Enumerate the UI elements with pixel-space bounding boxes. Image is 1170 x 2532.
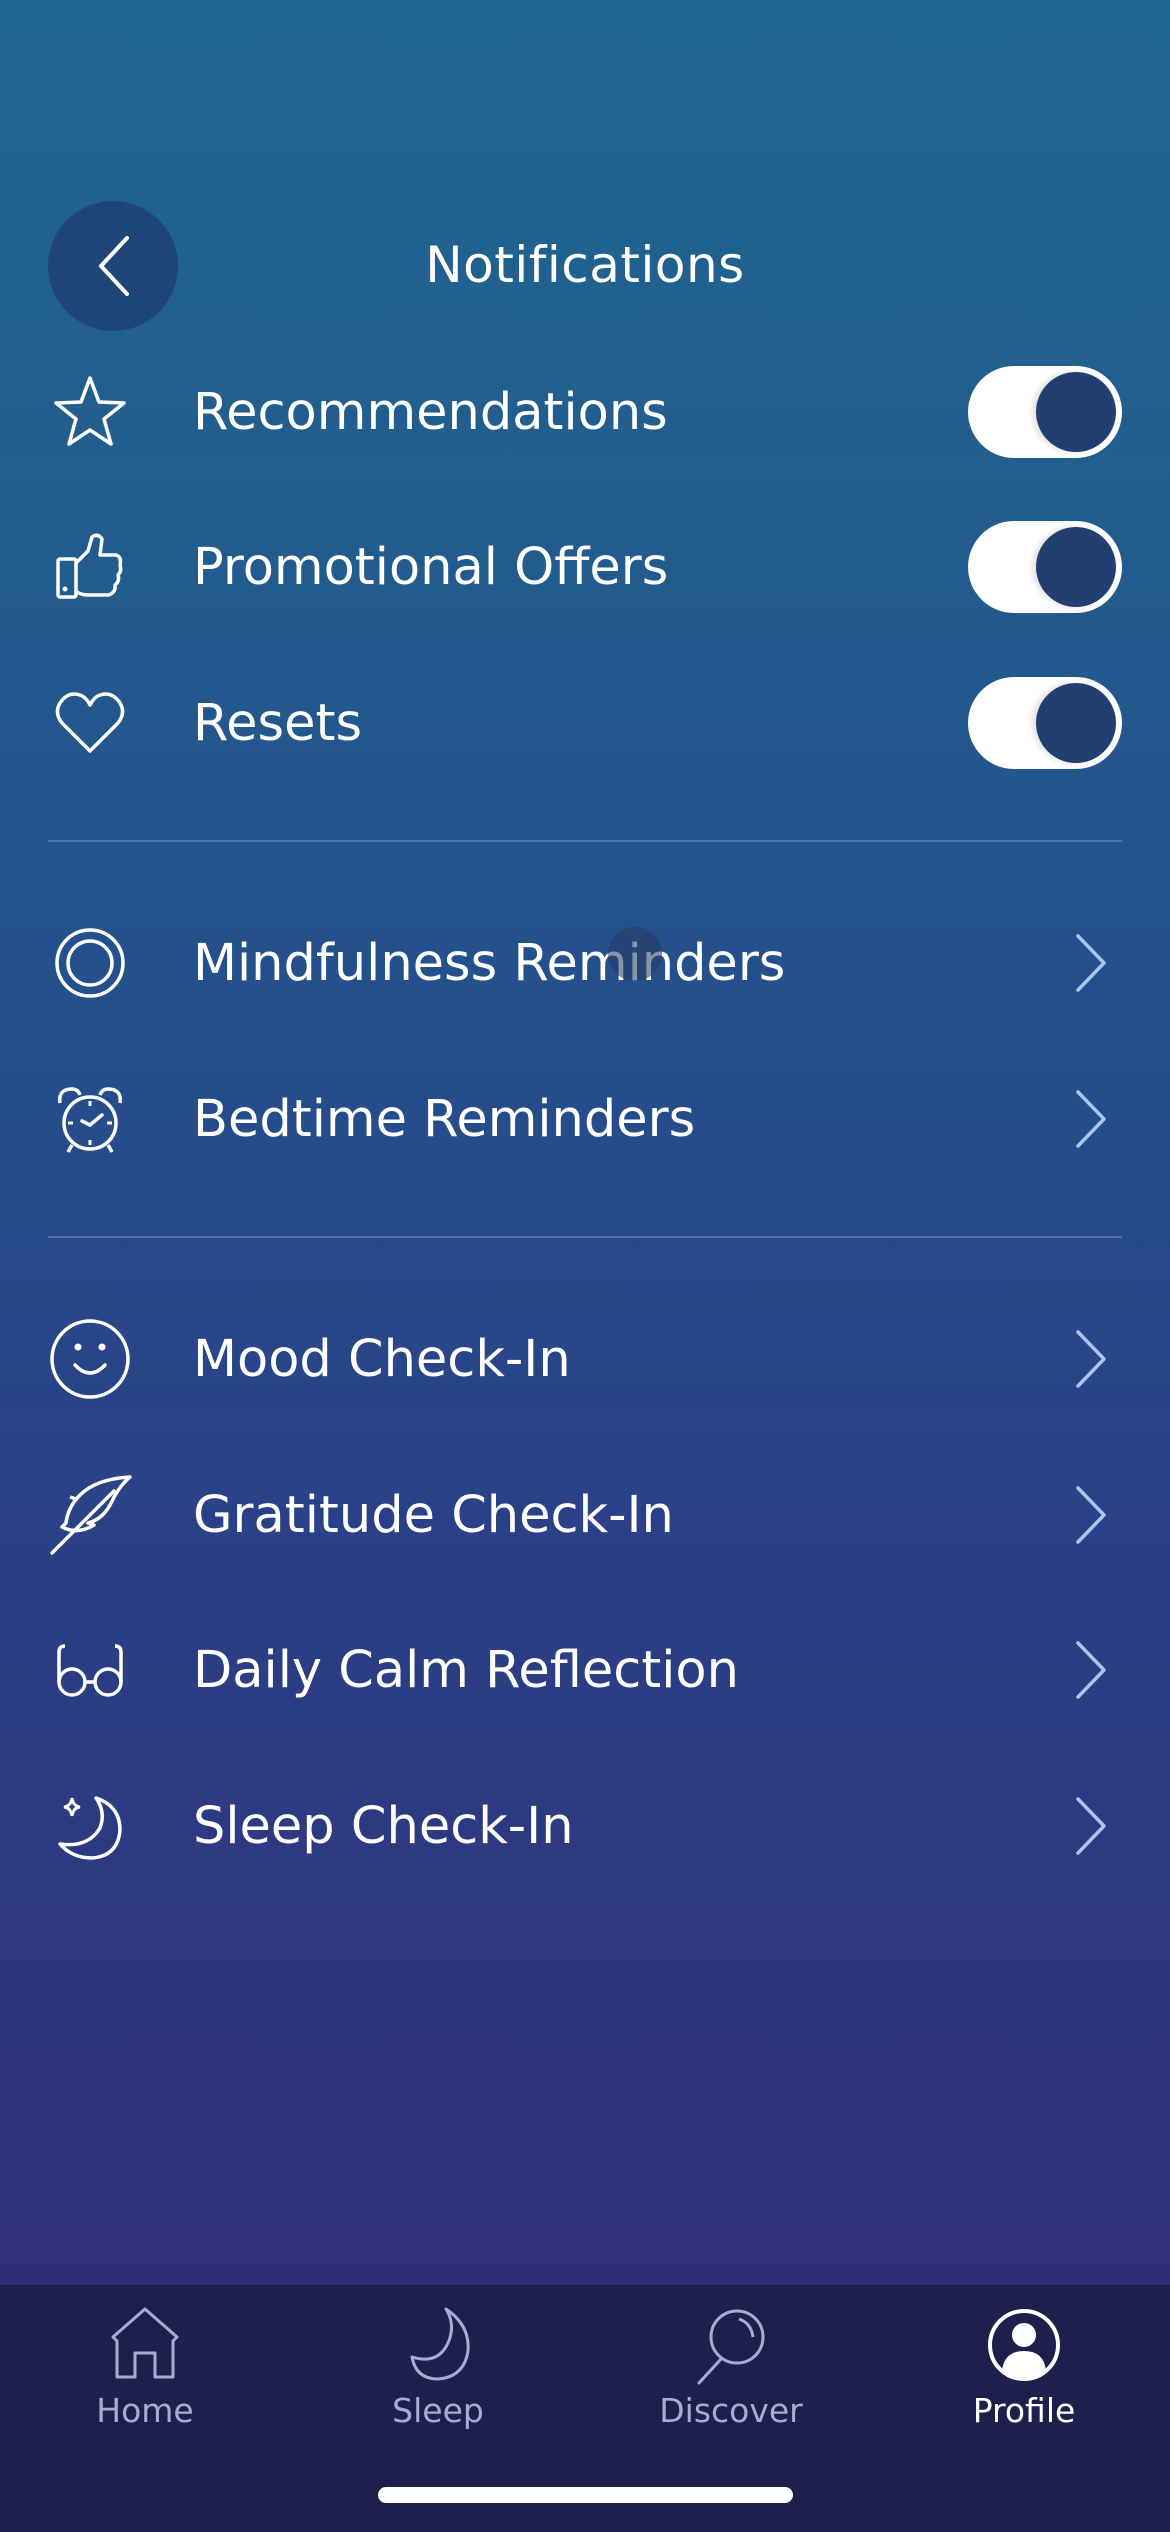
notification-row-promotional-offers: Promotional Offers (0, 502, 1170, 632)
tab-label: Profile (972, 2391, 1076, 2430)
row-label: Recommendations (193, 382, 668, 442)
tab-label: Home (96, 2391, 194, 2430)
notification-row-gratitude-check-in[interactable]: Gratitude Check-In (0, 1450, 1170, 1580)
moon-star-icon (45, 1781, 135, 1871)
toggle-knob (1036, 372, 1116, 452)
toggle-knob (1036, 527, 1116, 607)
row-label: Daily Calm Reflection (193, 1640, 739, 1700)
promotional-offers-toggle[interactable] (968, 521, 1122, 613)
notification-row-sleep-check-in[interactable]: Sleep Check-In (0, 1761, 1170, 1891)
home-indicator[interactable] (378, 2487, 793, 2503)
toggle-knob (1036, 683, 1116, 763)
row-label: Sleep Check-In (193, 1796, 574, 1856)
notification-row-mindfulness-reminders[interactable]: Mindfulness Reminders (0, 898, 1170, 1028)
notification-row-recommendations: Recommendations (0, 347, 1170, 477)
page-title: Notifications (425, 236, 745, 294)
profile-icon (988, 2309, 1060, 2381)
recommendations-toggle[interactable] (968, 366, 1122, 458)
chevron-right-icon (1076, 1090, 1106, 1148)
star-icon (45, 367, 135, 457)
row-label: Mood Check-In (193, 1329, 571, 1389)
chevron-right-icon (1076, 1486, 1106, 1544)
section-divider (48, 840, 1122, 842)
chevron-right-icon (1076, 1641, 1106, 1699)
feather-icon (45, 1470, 135, 1560)
row-label: Resets (193, 693, 363, 753)
moon-icon (410, 2307, 470, 2381)
tab-label: Sleep (392, 2391, 484, 2430)
row-label: Bedtime Reminders (193, 1089, 696, 1149)
heart-icon (45, 678, 135, 768)
magnifier-icon (697, 2309, 765, 2385)
alarm-clock-icon (45, 1074, 135, 1164)
notification-row-mood-check-in[interactable]: Mood Check-In (0, 1294, 1170, 1424)
chevron-right-icon (1076, 1797, 1106, 1855)
tab-profile[interactable]: Profile (899, 2285, 1149, 2455)
row-label: Promotional Offers (193, 537, 669, 597)
tab-home[interactable]: Home (20, 2285, 270, 2455)
smiley-icon (45, 1314, 135, 1404)
tab-label: Discover (659, 2391, 803, 2430)
row-label: Gratitude Check-In (193, 1485, 674, 1545)
tab-sleep[interactable]: Sleep (313, 2285, 563, 2455)
notification-row-bedtime-reminders[interactable]: Bedtime Reminders (0, 1054, 1170, 1184)
notification-row-daily-calm-reflection[interactable]: Daily Calm Reflection (0, 1605, 1170, 1735)
chevron-right-icon (1076, 1330, 1106, 1388)
double-circle-icon (45, 918, 135, 1008)
home-icon (111, 2307, 179, 2379)
notification-row-resets: Resets (0, 658, 1170, 788)
resets-toggle[interactable] (968, 677, 1122, 769)
thumbs-up-icon (45, 522, 135, 612)
chevron-right-icon (1076, 934, 1106, 992)
row-label: Mindfulness Reminders (193, 933, 786, 993)
section-divider (48, 1236, 1122, 1238)
glasses-icon (45, 1625, 135, 1715)
tab-discover[interactable]: Discover (606, 2285, 856, 2455)
